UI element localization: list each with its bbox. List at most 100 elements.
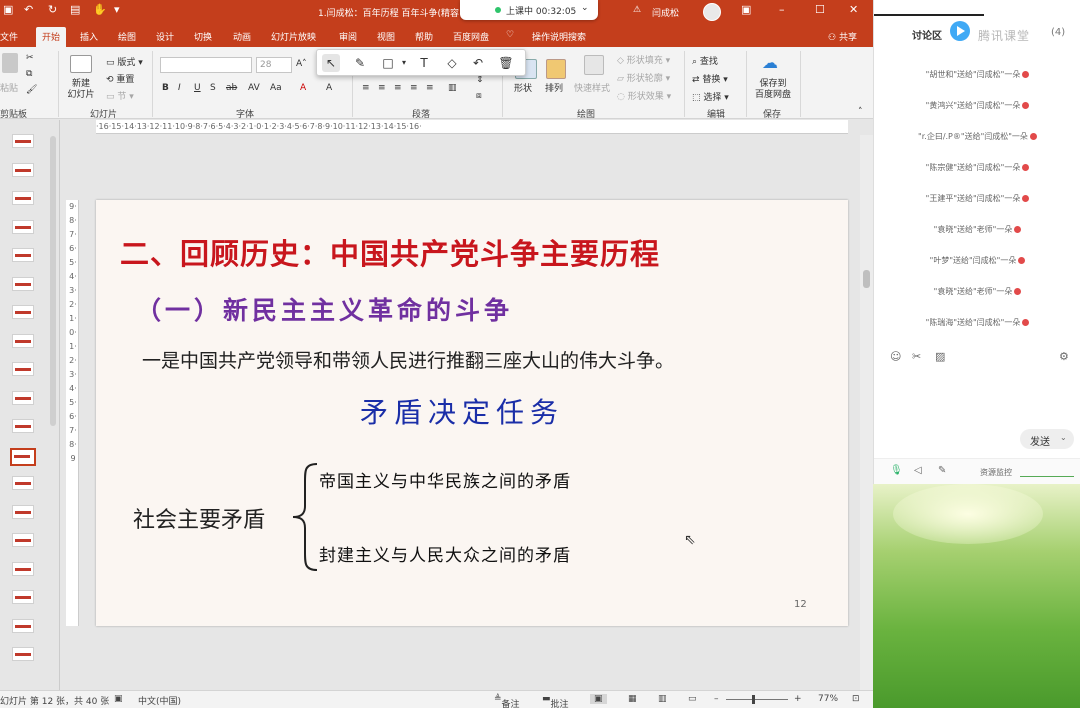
image-icon[interactable]: ▨ — [935, 350, 945, 363]
slide-thumbnail[interactable] — [12, 618, 34, 633]
slide-thumbnail[interactable] — [12, 162, 34, 177]
clear-format-button[interactable]: A — [326, 83, 332, 93]
save-to-netdisk-button[interactable]: 保存到 百度网盘 — [752, 79, 794, 101]
slide-thumbnail[interactable] — [12, 219, 34, 234]
microphone-icon[interactable]: 🎙 — [890, 465, 903, 476]
resource-monitor-label[interactable]: 资源监控 — [980, 467, 1012, 478]
tab-transitions[interactable]: 切换 — [194, 30, 212, 43]
quick-styles-icon[interactable] — [584, 55, 604, 75]
trash-icon[interactable]: 🗑 — [497, 54, 515, 72]
slide-title[interactable]: 二、回顾历史：中国共产党斗争主要历程 — [120, 231, 660, 273]
layout-button[interactable]: ▭ 版式 ▾ — [106, 55, 143, 68]
zoom-out-icon[interactable]: – — [714, 694, 719, 704]
slide-sorter-icon[interactable]: ▦ — [628, 694, 637, 704]
slide-thumbnail[interactable] — [12, 276, 34, 291]
zoom-slider[interactable] — [726, 699, 788, 700]
font-color-button[interactable]: A — [300, 83, 306, 93]
baidu-cloud-icon[interactable]: ☁ — [762, 53, 778, 72]
slide-heading[interactable]: 矛盾决定任务 — [360, 391, 564, 431]
distributed-icon[interactable]: ≡ — [426, 83, 434, 93]
thumbnail-scrollbar[interactable] — [48, 128, 58, 688]
slide-thumbnail[interactable] — [10, 447, 36, 466]
share-button[interactable]: ⚇ 共享 — [828, 30, 857, 43]
emoji-icon[interactable]: ☺ — [890, 350, 901, 363]
shape-outline-button[interactable]: ▱ 形状轮廓 ▾ — [617, 71, 670, 84]
ribbon-display-icon[interactable]: ▣ — [741, 3, 751, 16]
char-spacing-button[interactable]: AV — [248, 83, 260, 93]
shape-fill-button[interactable]: ◇ 形状填充 ▾ — [617, 53, 670, 66]
shapes-button[interactable]: 形状 — [514, 81, 532, 94]
tab-review[interactable]: 审阅 — [339, 30, 357, 43]
language-status[interactable]: 中文(中国) — [138, 694, 181, 707]
grow-font-icon[interactable]: A˄ — [296, 59, 307, 69]
text-icon[interactable]: T — [415, 54, 433, 72]
touch-icon[interactable]: ✋ — [93, 3, 107, 16]
avatar[interactable] — [703, 3, 721, 21]
customize-icon[interactable]: ▾ — [114, 3, 120, 16]
section-button[interactable]: ▭ 节 ▾ — [106, 89, 134, 102]
chevron-down-icon[interactable]: ▾ — [395, 54, 413, 72]
replace-button[interactable]: ⇄ 替换 ▾ — [692, 72, 728, 85]
font-name-input[interactable] — [160, 57, 252, 73]
justify-icon[interactable]: ≡ — [410, 83, 418, 93]
save-icon[interactable]: ▣ — [3, 3, 13, 16]
undo-icon[interactable]: ↶ — [24, 3, 33, 16]
scissors-icon[interactable]: ✂ — [912, 350, 921, 363]
discussion-title[interactable]: 讨论区 — [912, 27, 942, 42]
font-size-input[interactable]: 28 — [256, 57, 292, 73]
redo-icon[interactable]: ↻ — [48, 3, 57, 16]
align-text-icon[interactable]: ⇕ — [476, 75, 484, 85]
cut-icon[interactable]: ✂ — [26, 53, 34, 63]
collapse-ribbon-icon[interactable]: ˄ — [858, 107, 863, 117]
slide-thumbnail[interactable] — [12, 561, 34, 576]
new-slide-icon[interactable] — [70, 55, 92, 73]
comments-button[interactable]: ▬ 批注 — [542, 694, 569, 708]
new-slide-button[interactable]: 新建 幻灯片 — [64, 79, 98, 101]
change-case-button[interactable]: Aa — [270, 83, 282, 93]
scrollbar-thumb[interactable] — [863, 270, 870, 288]
slide-thumbnail[interactable] — [12, 305, 34, 319]
live-status-pill[interactable]: 上课中 00:32:05 ⌄ — [460, 0, 598, 20]
columns-icon[interactable]: ▥ — [448, 83, 457, 93]
slide-thumbnail[interactable] — [12, 333, 34, 348]
eraser-icon[interactable]: ◇ — [443, 54, 461, 72]
slide-thumbnail[interactable] — [12, 134, 34, 148]
tab-design[interactable]: 设计 — [156, 30, 174, 43]
diagram-branch-2[interactable]: 封建主义与人民大众之间的矛盾 — [319, 541, 571, 566]
pointer-icon[interactable]: ↖ — [322, 54, 340, 72]
diagram-branch-1[interactable]: 帝国主义与中华民族之间的矛盾 — [319, 467, 571, 492]
zoom-in-icon[interactable]: + — [794, 694, 802, 704]
shape-effects-button[interactable]: ◌ 形状效果 ▾ — [617, 89, 671, 102]
user-name[interactable]: 闫成松 — [652, 6, 679, 19]
fit-to-window-icon[interactable]: ⊡ — [852, 694, 860, 704]
slide-thumbnail[interactable] — [12, 419, 34, 433]
tab-file[interactable]: 文件 — [0, 30, 18, 43]
settings-icon[interactable]: ⚙ — [1059, 350, 1069, 363]
align-left-icon[interactable]: ≡ — [362, 83, 370, 93]
slide-thumbnail[interactable] — [12, 362, 34, 376]
tab-help[interactable]: 帮助 — [415, 30, 433, 43]
slide-body-text[interactable]: 一是中国共产党领导和带领人民进行推翻三座大山的伟大斗争。 — [142, 346, 674, 373]
present-icon[interactable]: ▤ — [70, 3, 80, 16]
paste-button[interactable]: 粘贴 — [0, 81, 18, 94]
notes-button[interactable]: ≜ 备注 — [494, 694, 520, 708]
paste-icon[interactable] — [2, 53, 18, 73]
arrange-button[interactable]: 排列 — [545, 81, 563, 94]
shadow-button[interactable]: S — [210, 83, 216, 93]
tab-home[interactable]: 开始 — [36, 27, 67, 47]
chevron-down-icon[interactable]: ⌄ — [1060, 433, 1067, 442]
format-painter-icon[interactable]: 🖌 — [26, 85, 37, 95]
strikethrough-button[interactable]: ab — [226, 83, 237, 93]
speaker-icon[interactable]: ◁ — [914, 465, 922, 476]
vertical-scrollbar[interactable] — [860, 135, 873, 690]
slideshow-icon[interactable]: ▭ — [688, 694, 697, 704]
slide[interactable]: 二、回顾历史：中国共产党斗争主要历程 （一）新民主主义革命的斗争 一是中国共产党… — [96, 200, 848, 626]
scrollbar-thumb[interactable] — [50, 136, 56, 426]
tell-me-search[interactable]: 操作说明搜索 — [532, 30, 586, 43]
minimize-icon[interactable]: – — [779, 3, 785, 16]
slide-subtitle[interactable]: （一）新民主主义革命的斗争 — [136, 291, 513, 327]
tab-animations[interactable]: 动画 — [233, 30, 251, 43]
slide-thumbnail[interactable] — [12, 504, 34, 519]
tab-slideshow[interactable]: 幻灯片放映 — [271, 30, 316, 43]
slide-thumbnail[interactable] — [12, 533, 34, 547]
